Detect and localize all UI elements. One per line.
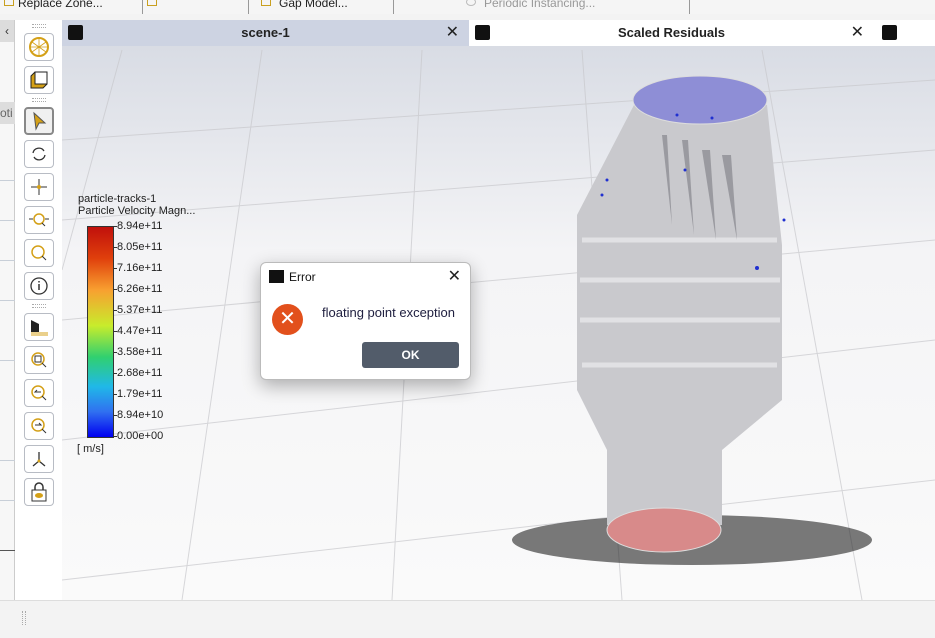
colormap-tick-label: 3.58e+11 — [112, 346, 163, 358]
previous-view-button[interactable] — [23, 379, 54, 407]
collapse-panel-button[interactable]: ‹ — [0, 20, 14, 42]
cursor-arrow-icon — [32, 111, 46, 131]
colormap-tick-label: 4.47e+11 — [112, 325, 163, 337]
grip-handle[interactable] — [22, 611, 26, 625]
zoom-box-button[interactable] — [23, 346, 54, 374]
tab-bar: scene-1 ✕ Scaled Residuals ✕ — [62, 20, 935, 46]
periodic-instancing-button[interactable]: Periodic Instancing... — [394, 0, 690, 14]
fluent-logo-icon — [269, 270, 284, 283]
probe-info-button[interactable] — [23, 272, 54, 300]
fluent-logo-icon — [475, 25, 490, 40]
colormap-tick-label: 2.68e+11 — [112, 367, 163, 379]
axes-button[interactable] — [23, 445, 54, 473]
colormap-tick-label: 6.26e+11 — [112, 283, 163, 295]
graphics-viewport[interactable] — [62, 20, 935, 600]
view-cube-button[interactable] — [23, 66, 54, 94]
close-icon[interactable]: ✕ — [448, 266, 461, 286]
colormap-tick-label: 0.00e+00 — [112, 430, 164, 442]
select-button[interactable] — [23, 107, 54, 135]
close-tab-icon[interactable]: ✕ — [446, 20, 459, 46]
replace-zone-icon — [4, 0, 14, 6]
zoom-in-out-button[interactable] — [23, 206, 54, 234]
close-tab-icon[interactable]: ✕ — [851, 20, 864, 46]
toolbar-button[interactable] — [143, 0, 249, 14]
tab-extra[interactable] — [874, 20, 935, 46]
grip-handle[interactable] — [31, 304, 46, 308]
tab-scene-1[interactable]: scene-1 ✕ — [62, 20, 469, 46]
cube-icon — [30, 71, 47, 89]
error-icon: ✕ — [272, 304, 303, 335]
view-toolbar — [15, 20, 62, 600]
grip-handle[interactable] — [31, 24, 46, 28]
colormap-tick-label: 7.16e+11 — [112, 262, 163, 274]
fluent-logo-icon — [68, 25, 83, 40]
colormap-bar — [87, 226, 114, 438]
tab-scaled-residuals[interactable]: Scaled Residuals ✕ — [469, 20, 874, 46]
zoom-next-icon — [30, 418, 46, 434]
colormap-tick-label: 5.37e+11 — [112, 304, 163, 316]
fan-icon — [466, 0, 476, 6]
lock-view-button[interactable] — [23, 478, 54, 506]
pan-button[interactable] — [23, 173, 54, 201]
gap-model-icon — [261, 0, 271, 6]
pretty-display-button[interactable] — [23, 313, 54, 341]
colormap-tick-label: 8.94e+11 — [112, 220, 163, 232]
info-icon — [29, 277, 48, 295]
sphere-icon — [28, 37, 49, 57]
fit-sphere-button[interactable] — [23, 33, 54, 61]
lock-icon — [31, 482, 46, 502]
zoom-in-out-icon — [28, 213, 49, 227]
colormap-units: [ m/s] — [77, 443, 104, 455]
display-icon — [30, 320, 48, 336]
top-toolbar: Replace Zone... Gap Model... Periodic In… — [0, 0, 935, 14]
ok-button[interactable]: OK — [362, 342, 459, 368]
zoom-box-icon — [30, 352, 46, 368]
colormap-legend-title: particle-tracks-1 Particle Velocity Magn.… — [78, 193, 196, 217]
pan-icon — [30, 179, 47, 195]
left-panel: ‹ oti — [0, 20, 15, 600]
fluent-logo-icon — [882, 25, 897, 40]
replace-zone-button[interactable]: Replace Zone... — [0, 0, 143, 14]
magnifier-icon — [30, 245, 46, 261]
scene-geometry — [62, 49, 935, 600]
zoom-button[interactable] — [23, 239, 54, 267]
next-view-button[interactable] — [23, 412, 54, 440]
dialog-title: Error — [289, 270, 316, 284]
grip-handle[interactable] — [31, 98, 46, 102]
panel-header-fragment: oti — [0, 102, 15, 124]
zoom-previous-icon — [30, 385, 46, 401]
error-message: floating point exception — [322, 305, 455, 320]
error-dialog: Error ✕ ✕ floating point exception OK — [260, 262, 471, 380]
colormap-tick-label: 8.05e+11 — [112, 241, 163, 253]
bottom-panel — [0, 600, 935, 638]
colormap-tick-label: 1.79e+11 — [112, 388, 163, 400]
gap-model-button[interactable]: Gap Model... — [249, 0, 394, 14]
rotate-icon — [31, 147, 46, 161]
axes-icon — [32, 452, 45, 467]
rotate-button[interactable] — [23, 140, 54, 168]
colormap-tick-label: 8.94e+10 — [112, 409, 164, 421]
grid-icon — [147, 0, 157, 6]
